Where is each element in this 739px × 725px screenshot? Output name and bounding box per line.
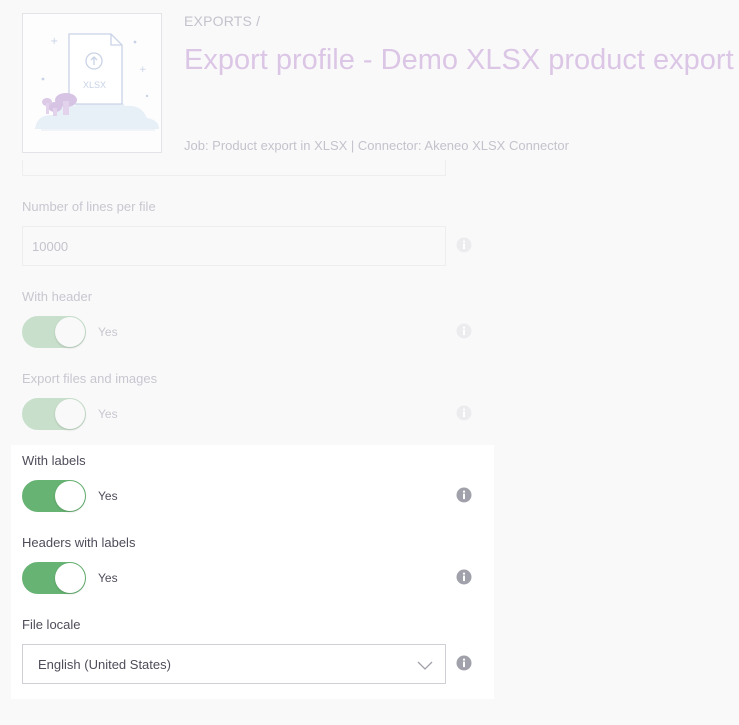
- page-title: Export profile - Demo XLSX product expor…: [184, 44, 734, 76]
- headers-with-labels-toggle[interactable]: [22, 562, 86, 594]
- toggle-knob: [55, 481, 85, 511]
- info-icon[interactable]: [456, 237, 472, 253]
- file-locale-value: English (United States): [38, 657, 171, 672]
- info-icon[interactable]: [456, 405, 472, 421]
- export-files-state: Yes: [98, 407, 118, 421]
- file-locale-select[interactable]: English (United States): [22, 644, 446, 684]
- info-icon[interactable]: [456, 487, 472, 503]
- page-header: XLSX + + EXPORTS / Export profile - Demo…: [0, 0, 739, 160]
- export-files-label: Export files and images: [22, 371, 158, 386]
- export-files-toggle[interactable]: [22, 398, 86, 430]
- export-thumbnail: XLSX + +: [22, 13, 162, 153]
- info-icon[interactable]: [456, 323, 472, 339]
- lines-per-file-label: Number of lines per file: [22, 199, 156, 214]
- toggle-knob: [55, 563, 85, 593]
- toggle-knob: [55, 317, 85, 347]
- with-labels-toggle[interactable]: [22, 480, 86, 512]
- breadcrumb[interactable]: EXPORTS /: [184, 13, 260, 29]
- job-connector-meta: Job: Product export in XLSX | Connector:…: [184, 138, 569, 153]
- info-icon[interactable]: [456, 655, 472, 671]
- with-header-label: With header: [22, 289, 93, 304]
- xlsx-file-illustration: XLSX + +: [35, 33, 159, 131]
- with-header-state: Yes: [98, 325, 118, 339]
- toggle-knob: [55, 399, 85, 429]
- file-locale-label: File locale: [22, 617, 81, 632]
- headers-with-labels-label: Headers with labels: [22, 535, 136, 550]
- svg-text:+: +: [50, 36, 58, 47]
- lines-per-file-input[interactable]: [22, 226, 446, 266]
- info-icon[interactable]: [456, 569, 472, 585]
- with-header-toggle[interactable]: [22, 316, 86, 348]
- with-labels-label: With labels: [22, 453, 86, 468]
- svg-text:+: +: [139, 65, 147, 75]
- headers-with-labels-state: Yes: [98, 571, 118, 585]
- truncated-field: [22, 160, 446, 176]
- chevron-down-icon[interactable]: [417, 658, 433, 676]
- thumbnail-caption: XLSX: [83, 80, 106, 90]
- with-labels-state: Yes: [98, 489, 118, 503]
